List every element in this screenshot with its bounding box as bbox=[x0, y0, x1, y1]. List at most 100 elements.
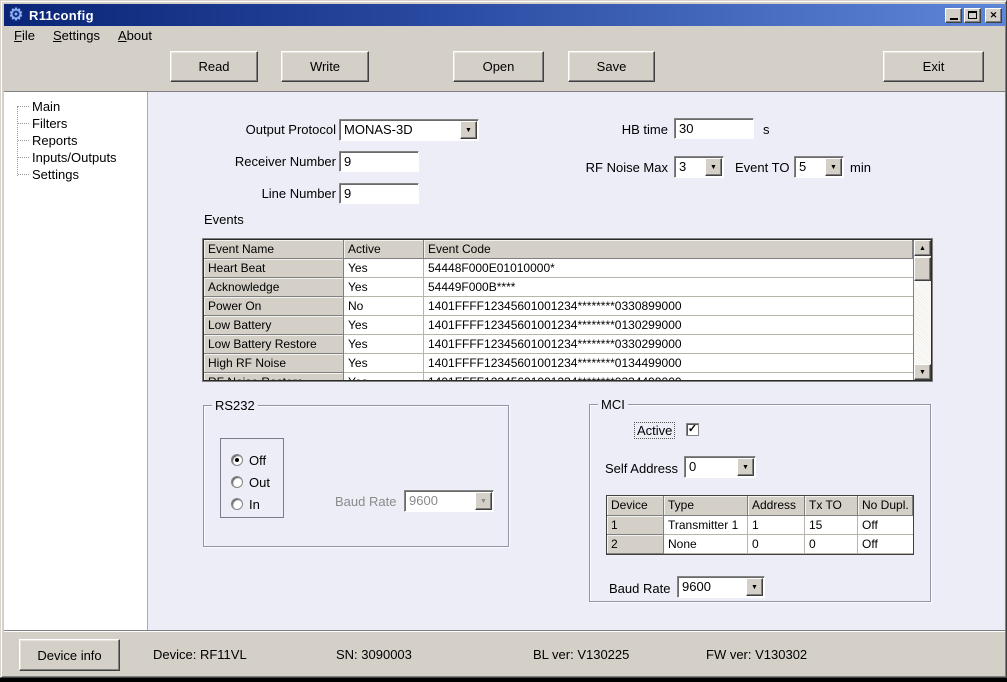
column-header[interactable]: Tx TO bbox=[805, 496, 858, 516]
serial-number-text: SN: 3090003 bbox=[336, 647, 412, 662]
line-number-input[interactable]: 9 bbox=[339, 183, 419, 204]
column-header[interactable]: Event Name bbox=[204, 240, 344, 259]
mci-active-checkbox[interactable]: ✓ bbox=[686, 423, 699, 436]
chevron-down-icon[interactable]: ▼ bbox=[460, 121, 477, 139]
line-number-label: Line Number bbox=[223, 186, 336, 201]
event-to-unit: min bbox=[850, 160, 871, 175]
mci-group: MCI Active ✓ Self Address 0 ▼ Device Typ… bbox=[589, 404, 931, 602]
hb-time-label: HB time bbox=[578, 122, 668, 137]
column-header[interactable]: Type bbox=[664, 496, 748, 516]
event-to-select[interactable]: 5 ▼ bbox=[794, 156, 844, 178]
table-row[interactable]: RF Noise Restore Yes 1401FFFF12345601001… bbox=[204, 373, 913, 380]
app-window: ⚙ R11config ✕ File Settings About Read W… bbox=[0, 0, 1007, 678]
rs232-baud-rate-label: Baud Rate bbox=[335, 494, 396, 509]
rs232-radio-out[interactable]: Out bbox=[231, 475, 270, 489]
open-button[interactable]: Open bbox=[453, 51, 544, 82]
menu-settings[interactable]: Settings bbox=[45, 27, 110, 45]
mci-baud-rate-select[interactable]: 9600 ▼ bbox=[677, 576, 765, 598]
sidebar-item-reports[interactable]: Reports bbox=[4, 132, 147, 149]
menu-about[interactable]: About bbox=[110, 27, 162, 45]
event-to-label: Event TO bbox=[735, 160, 789, 175]
device-table-header: Device Type Address Tx TO No Dupl. bbox=[607, 496, 913, 516]
events-label: Events bbox=[204, 212, 244, 227]
mci-active-label: Active bbox=[634, 422, 675, 439]
sidebar-item-inputs-outputs[interactable]: Inputs/Outputs bbox=[4, 149, 147, 166]
check-icon: ✓ bbox=[688, 423, 697, 435]
rs232-radio-off[interactable]: Off bbox=[231, 453, 266, 467]
self-address-select[interactable]: 0 ▼ bbox=[684, 456, 756, 478]
rs232-mode-box: Off Out In bbox=[220, 438, 284, 518]
minimize-icon bbox=[950, 18, 958, 20]
events-grid: Event Name Active Event Code Heart Beat … bbox=[204, 240, 913, 380]
rs232-baud-rate-select: 9600 ▼ bbox=[404, 490, 494, 512]
table-row[interactable]: Low Battery Restore Yes 1401FFFF12345601… bbox=[204, 335, 913, 354]
radio-icon bbox=[231, 498, 243, 510]
toolbar: Read Write Open Save Exit bbox=[4, 46, 1005, 91]
hb-time-input[interactable]: 30 bbox=[674, 118, 754, 139]
table-row[interactable]: High RF Noise Yes 1401FFFF12345601001234… bbox=[204, 354, 913, 373]
firmware-version-text: FW ver: V130302 bbox=[706, 647, 807, 662]
device-info-button[interactable]: Device info bbox=[19, 639, 120, 671]
minimize-button[interactable] bbox=[945, 8, 962, 23]
menu-bar: File Settings About bbox=[4, 26, 1005, 46]
close-icon: ✕ bbox=[990, 10, 998, 21]
scroll-down-icon[interactable]: ▼ bbox=[914, 364, 931, 380]
radio-icon bbox=[231, 454, 243, 466]
table-row[interactable]: Low Battery Yes 1401FFFF12345601001234**… bbox=[204, 316, 913, 335]
chevron-down-icon[interactable]: ▼ bbox=[746, 578, 763, 596]
rf-noise-max-label: RF Noise Max bbox=[578, 160, 668, 175]
chevron-down-icon[interactable]: ▼ bbox=[825, 158, 842, 176]
hb-time-unit: s bbox=[763, 122, 770, 137]
table-row[interactable]: 2 None 0 0 Off bbox=[607, 535, 913, 554]
sidebar-item-main[interactable]: Main bbox=[4, 98, 147, 115]
main-panel: Output Protocol MONAS-3D ▼ Receiver Numb… bbox=[148, 92, 1005, 631]
maximize-icon bbox=[968, 11, 977, 19]
column-header[interactable]: Active bbox=[344, 240, 424, 259]
column-header[interactable]: No Dupl. bbox=[858, 496, 913, 516]
table-row[interactable]: Power On No 1401FFFF12345601001234******… bbox=[204, 297, 913, 316]
exit-button[interactable]: Exit bbox=[883, 51, 984, 82]
output-protocol-select[interactable]: MONAS-3D ▼ bbox=[339, 119, 479, 141]
rf-noise-max-select[interactable]: 3 ▼ bbox=[674, 156, 724, 178]
table-row[interactable]: Acknowledge Yes 54449F000B**** bbox=[204, 278, 913, 297]
device-name-text: Device: RF11VL bbox=[153, 647, 247, 662]
client-area: Main Filters Reports Inputs/Outputs Sett… bbox=[4, 91, 1005, 631]
sidebar-item-settings[interactable]: Settings bbox=[4, 166, 147, 183]
status-bar: Device info Device: RF11VL SN: 3090003 B… bbox=[4, 631, 1005, 676]
chevron-down-icon[interactable]: ▼ bbox=[737, 458, 754, 476]
output-protocol-label: Output Protocol bbox=[223, 122, 336, 137]
maximize-button[interactable] bbox=[964, 8, 981, 23]
app-gear-icon: ⚙ bbox=[7, 6, 25, 24]
scroll-up-icon[interactable]: ▲ bbox=[914, 240, 931, 256]
receiver-number-input[interactable]: 9 bbox=[339, 151, 419, 172]
table-row[interactable]: 1 Transmitter 1 1 15 Off bbox=[607, 516, 913, 535]
bootloader-version-text: BL ver: V130225 bbox=[533, 647, 629, 662]
window-title: R11config bbox=[29, 8, 945, 23]
write-button[interactable]: Write bbox=[281, 51, 369, 82]
table-row[interactable]: Heart Beat Yes 54448F000E01010000* bbox=[204, 259, 913, 278]
rs232-group-title: RS232 bbox=[212, 398, 258, 413]
rs232-radio-in[interactable]: In bbox=[231, 497, 260, 511]
nav-tree: Main Filters Reports Inputs/Outputs Sett… bbox=[4, 92, 148, 631]
column-header[interactable]: Event Code bbox=[424, 240, 913, 259]
column-header[interactable]: Device bbox=[607, 496, 664, 516]
receiver-number-label: Receiver Number bbox=[223, 154, 336, 169]
mci-baud-rate-label: Baud Rate bbox=[609, 581, 670, 596]
self-address-label: Self Address bbox=[605, 461, 678, 476]
radio-icon bbox=[231, 476, 243, 488]
close-button[interactable]: ✕ bbox=[985, 8, 1002, 23]
column-header[interactable]: Address bbox=[748, 496, 805, 516]
menu-file[interactable]: File bbox=[6, 27, 45, 45]
events-header-row: Event Name Active Event Code bbox=[204, 240, 913, 259]
mci-group-title: MCI bbox=[598, 397, 628, 412]
rs232-group: RS232 Off Out In Baud Rate bbox=[203, 405, 509, 547]
read-button[interactable]: Read bbox=[170, 51, 258, 82]
mci-device-table: Device Type Address Tx TO No Dupl. 1 Tra… bbox=[606, 495, 914, 555]
scrollbar-thumb[interactable] bbox=[914, 257, 931, 281]
save-button[interactable]: Save bbox=[568, 51, 655, 82]
chevron-down-icon: ▼ bbox=[475, 492, 492, 510]
events-scrollbar[interactable]: ▲ ▼ bbox=[913, 240, 931, 380]
sidebar-item-filters[interactable]: Filters bbox=[4, 115, 147, 132]
chevron-down-icon[interactable]: ▼ bbox=[705, 158, 722, 176]
events-table: Event Name Active Event Code Heart Beat … bbox=[203, 239, 932, 381]
